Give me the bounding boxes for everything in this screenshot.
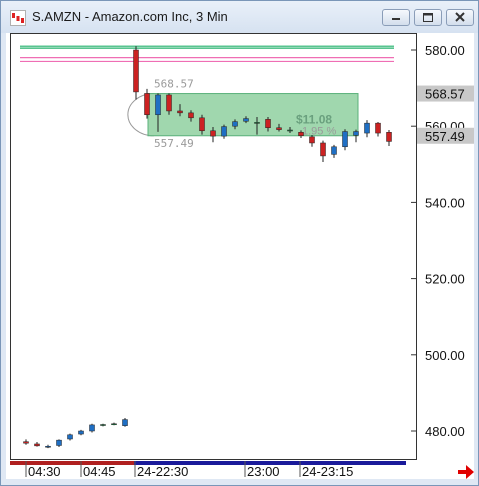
y-tick-label: 580.00 — [425, 43, 465, 58]
zone-change-label: $11.08 — [296, 113, 332, 127]
candle-body — [210, 130, 216, 137]
candlestick-chart[interactable]: 568.57557.49$11.081.95 % 580.00560.00540… — [6, 33, 474, 479]
candle-body — [133, 49, 139, 93]
title-bar[interactable]: S.AMZN - Amazon.com Inc, 3 Min — [1, 1, 478, 33]
candle — [133, 46, 139, 100]
price-axis-label: 568.57 — [417, 85, 474, 102]
candle-body — [276, 127, 282, 130]
candle-body — [23, 441, 29, 444]
candle-body — [331, 146, 337, 155]
zone-percent-label: 1.95 % — [302, 126, 336, 138]
price-axis-label: 557.49 — [417, 127, 474, 144]
candle-body — [89, 424, 95, 432]
x-tick-label: 04:30 — [28, 464, 61, 479]
candle-body — [155, 94, 161, 116]
candle-body — [78, 430, 84, 435]
time-axis: 04:30 04:45 24-22:30 23:00 24-23:15 — [10, 461, 406, 479]
candle-body — [254, 122, 260, 124]
candle-body — [287, 129, 293, 132]
candle-body — [56, 439, 62, 446]
x-tick-label: 24-22:30 — [137, 464, 188, 479]
candle-body — [166, 94, 172, 112]
candle-body — [320, 142, 326, 157]
candle-body — [100, 424, 106, 426]
candle-body — [111, 423, 117, 426]
candle-body — [375, 122, 381, 134]
candle-body — [188, 112, 194, 119]
candle-body — [122, 419, 128, 426]
candle — [89, 423, 95, 433]
restore-button[interactable] — [414, 9, 442, 26]
candle-body — [177, 110, 183, 114]
y-tick-label: 480.00 — [425, 424, 465, 439]
candle-body — [221, 126, 227, 137]
close-button[interactable] — [446, 9, 474, 26]
candle — [122, 418, 128, 427]
price-label-text: 568.57 — [425, 87, 465, 102]
y-tick-label: 540.00 — [425, 195, 465, 210]
chart-window: S.AMZN - Amazon.com Inc, 3 Min 568.57 557… — [0, 0, 479, 486]
scroll-right-arrow-icon[interactable] — [457, 464, 475, 480]
x-tick-label: 23:00 — [247, 464, 280, 479]
candle-body — [34, 443, 40, 447]
window-title: S.AMZN - Amazon.com Inc, 3 Min — [32, 9, 228, 24]
candle-body — [342, 131, 348, 148]
candle-body — [364, 122, 370, 134]
x-tick-label: 04:45 — [83, 464, 116, 479]
minimize-icon — [392, 18, 400, 20]
x-tick-label: 24-23:15 — [302, 464, 353, 479]
candle-body — [144, 93, 150, 116]
candle-body — [265, 119, 271, 128]
chart-area[interactable]: 568.57 557.49 $11.08 1.95 % 580.00 560.00 540… — [6, 33, 474, 479]
candle — [144, 88, 150, 119]
candle-body — [67, 434, 73, 440]
close-icon — [455, 12, 465, 22]
price-label-text: 557.49 — [425, 129, 465, 144]
candle-body — [232, 121, 238, 127]
zone-high-label: 568.57 — [154, 78, 194, 91]
candle-body — [386, 132, 392, 142]
candle-body — [298, 132, 304, 136]
app-chart-icon — [10, 10, 26, 26]
candle-body — [353, 131, 359, 136]
minimize-button[interactable] — [382, 9, 410, 26]
y-tick-label: 520.00 — [425, 272, 465, 287]
candle-body — [45, 445, 51, 448]
restore-icon — [423, 13, 433, 22]
candle-body — [243, 118, 249, 122]
candle-body — [309, 136, 315, 144]
zone-low-label: 557.49 — [154, 137, 194, 150]
y-tick-label: 500.00 — [425, 348, 465, 363]
candle-body — [199, 117, 205, 132]
